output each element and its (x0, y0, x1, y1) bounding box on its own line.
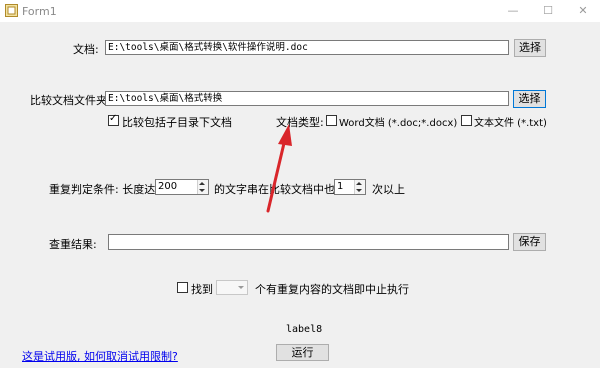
annotation-arrow-icon (266, 124, 292, 213)
main-window: Form1 — ☐ ✕ 文档: E:\tools\桌面\格式转换\软件操作说明.… (0, 0, 600, 368)
